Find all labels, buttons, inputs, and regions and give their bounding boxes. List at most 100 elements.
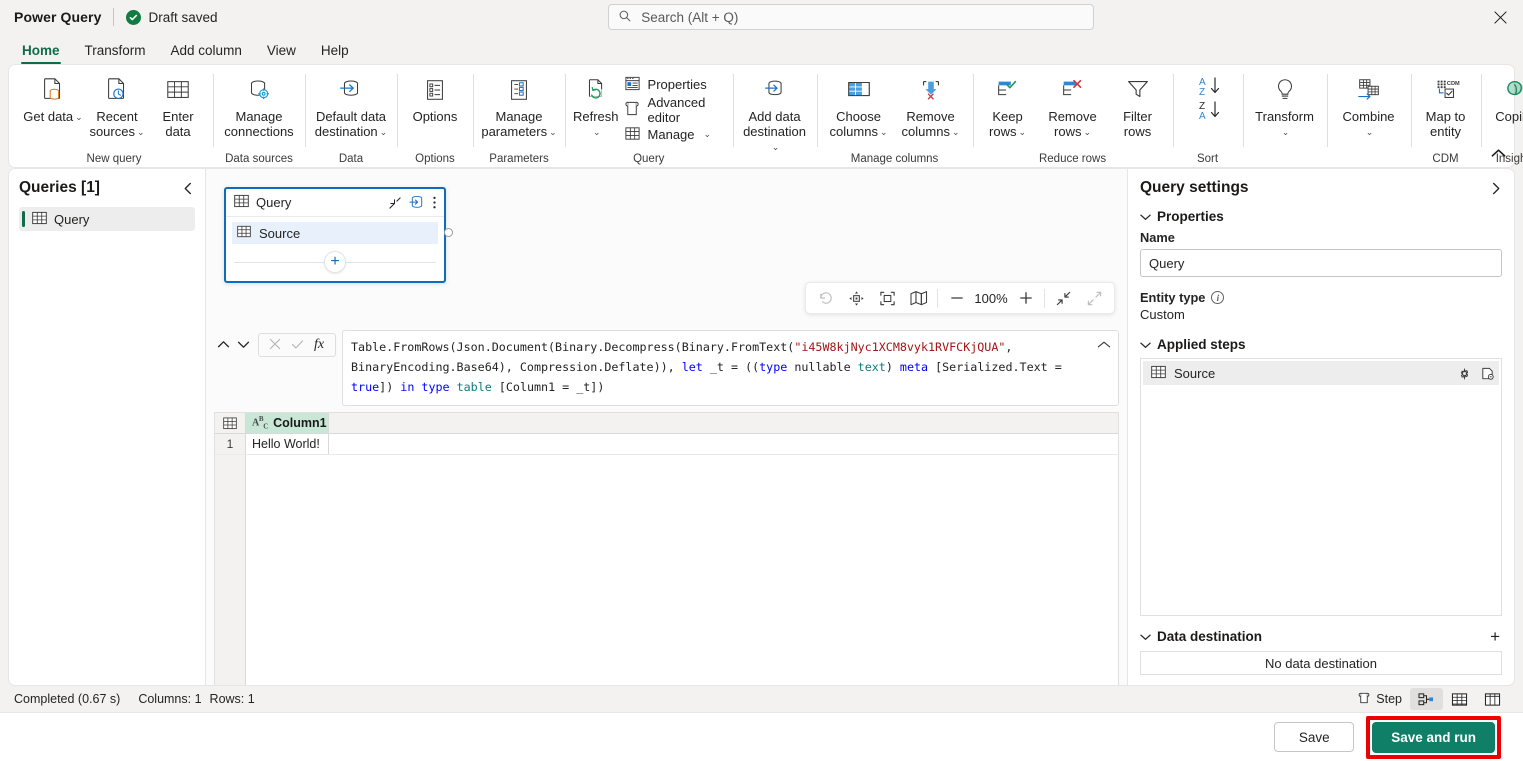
advanced-editor-label: Advanced editor — [647, 94, 706, 125]
query-list-item-query[interactable]: Query — [19, 207, 195, 231]
tab-help[interactable]: Help — [310, 41, 360, 64]
remove-columns-button[interactable]: Remove columns ⌄ — [895, 68, 967, 140]
data-destination-value[interactable]: No data destination — [1140, 651, 1502, 675]
query-list-item-label: Query — [54, 211, 90, 227]
add-data-destination-button[interactable]: Add data destination ⌄ — [739, 68, 811, 155]
copilot-icon — [1502, 73, 1523, 107]
table-cell[interactable]: Hello World! — [246, 434, 329, 454]
undo-icon[interactable] — [810, 283, 841, 313]
applied-step-source[interactable]: Source — [1143, 361, 1499, 385]
expand-arrows-icon[interactable] — [1079, 283, 1110, 313]
info-icon[interactable]: i — [1211, 291, 1225, 304]
transform-label: Transform — [1255, 109, 1314, 124]
applied-steps-section-label: Applied steps — [1157, 337, 1246, 352]
formula-input[interactable]: Table.FromRows(Json.Document(Binary.Deco… — [342, 330, 1119, 406]
advanced-editor-button[interactable]: Advanced editor — [621, 94, 727, 125]
schema-view-icon[interactable] — [1476, 688, 1509, 710]
keep-rows-button[interactable]: Keep rows ⌄ — [979, 68, 1037, 140]
toolbar-divider — [937, 288, 938, 308]
data-view-icon[interactable] — [1443, 688, 1476, 710]
manage-parameters-button[interactable]: Manage parameters ⌄ — [479, 68, 559, 140]
close-icon[interactable] — [1485, 4, 1515, 30]
table-row[interactable]: 1 Hello World! — [215, 434, 1118, 455]
name-input[interactable] — [1140, 249, 1502, 277]
table-icon — [234, 194, 249, 211]
fx-icon[interactable]: fx — [309, 337, 329, 353]
formula-expand-icon[interactable] — [1097, 338, 1111, 353]
plus-icon[interactable]: + — [325, 252, 345, 272]
chevron-up-icon[interactable] — [214, 334, 232, 354]
ribbon-group-combine: Combine ⌄ — [1326, 68, 1411, 167]
minus-icon[interactable] — [941, 283, 972, 313]
chevron-left-icon[interactable] — [182, 182, 195, 195]
fit-to-screen-icon[interactable] — [872, 283, 903, 313]
query-card-header: Query — [226, 189, 444, 217]
abc-text-type-icon[interactable]: ABC — [252, 415, 268, 430]
properties-button[interactable]: Properties — [621, 72, 727, 97]
chevron-right-icon[interactable] — [1489, 182, 1502, 195]
map-to-entity-button[interactable]: CDM Map to entity — [1417, 68, 1475, 139]
properties-section-toggle[interactable]: Properties — [1140, 209, 1502, 224]
combine-button[interactable]: Combine ⌄ — [1333, 68, 1405, 140]
diagram-step-source[interactable]: Source — [232, 222, 453, 244]
column-header-column1[interactable]: ABC Column1 — [246, 413, 342, 433]
column-header-label: Column1 — [273, 416, 327, 430]
data-destination-section-header: Data destination + — [1140, 628, 1502, 645]
tab-transform[interactable]: Transform — [74, 41, 157, 64]
tab-add-column[interactable]: Add column — [160, 41, 253, 64]
default-data-destination-button[interactable]: Default data destination ⌄ — [311, 68, 391, 140]
formula-bar: fx Table.FromRows(Json.Document(Binary.D… — [206, 324, 1127, 412]
diagram-zoom-toolbar: 100% — [805, 282, 1115, 314]
sort-buttons[interactable]: A Z Z A — [1179, 68, 1237, 127]
chevron-down-icon — [1140, 209, 1151, 224]
enter-data-label: Enter data — [162, 109, 194, 139]
svg-text:CDM: CDM — [1446, 81, 1459, 87]
data-destination-section-toggle[interactable]: Data destination — [1140, 629, 1262, 644]
save-and-run-button[interactable]: Save and run — [1372, 721, 1495, 753]
search-box[interactable] — [608, 4, 1095, 30]
select-all-table-icon[interactable] — [215, 413, 246, 433]
more-options-icon[interactable] — [432, 195, 437, 210]
choose-columns-button[interactable]: Choose columns ⌄ — [823, 68, 895, 140]
chevron-down-icon: ⌄ — [1018, 127, 1027, 137]
remove-rows-button[interactable]: Remove rows ⌄ — [1037, 68, 1109, 140]
search-input[interactable] — [641, 9, 1085, 25]
power-query-app: Power Query Draft saved Home Transform A… — [0, 0, 1523, 761]
save-button[interactable]: Save — [1274, 722, 1355, 752]
filter-rows-button[interactable]: Filter rows — [1109, 68, 1167, 139]
refresh-button[interactable]: Refresh ⌄ — [571, 68, 621, 140]
recent-sources-button[interactable]: Recent sources ⌄ — [85, 68, 149, 140]
manage-button[interactable]: Manage ⌄ — [621, 122, 727, 147]
add-destination-icon[interactable] — [409, 195, 425, 210]
keep-rows-icon — [994, 73, 1022, 107]
tab-view[interactable]: View — [256, 41, 307, 64]
step-button[interactable]: Step — [1349, 688, 1410, 710]
applied-steps-section-toggle[interactable]: Applied steps — [1140, 337, 1502, 352]
pan-icon[interactable] — [841, 283, 872, 313]
transform-button[interactable]: Transform ⌄ — [1249, 68, 1321, 140]
minimap-icon[interactable] — [903, 283, 934, 313]
ribbon-group-label: Query — [633, 153, 665, 165]
ribbon-collapse-button[interactable] — [1491, 147, 1506, 162]
copilot-button[interactable]: Copilot — [1487, 68, 1523, 124]
options-button[interactable]: Options — [403, 68, 467, 124]
query-diagram-card[interactable]: Query Source + — [224, 187, 453, 283]
gear-icon[interactable] — [1457, 366, 1472, 381]
plus-icon[interactable] — [1010, 283, 1041, 313]
enter-data-button[interactable]: Enter data — [149, 68, 207, 139]
step-connector-dot[interactable] — [444, 228, 453, 237]
tab-home[interactable]: Home — [11, 41, 71, 64]
data-preview-grid: ABC Column1 1 Hello World! — [214, 412, 1119, 685]
formula-code: Table.FromRows(Json.Document(Binary.Deco… — [351, 340, 1069, 394]
data-source-icon[interactable] — [1480, 366, 1495, 381]
collapse-diagonal-icon[interactable] — [388, 196, 402, 210]
confirm-check-icon[interactable] — [287, 338, 307, 353]
collapse-arrows-icon[interactable] — [1048, 283, 1079, 313]
cancel-x-icon[interactable] — [265, 338, 285, 353]
get-data-button[interactable]: Get data ⌄ — [21, 68, 85, 125]
diagram-view-icon[interactable] — [1410, 688, 1443, 710]
ribbon-group-data-destination: Default data destination⌄ Data destinati… — [305, 68, 397, 181]
plus-icon[interactable]: + — [1488, 628, 1502, 645]
manage-connections-button[interactable]: Manage connections — [219, 68, 299, 139]
chevron-down-icon[interactable] — [234, 334, 252, 354]
